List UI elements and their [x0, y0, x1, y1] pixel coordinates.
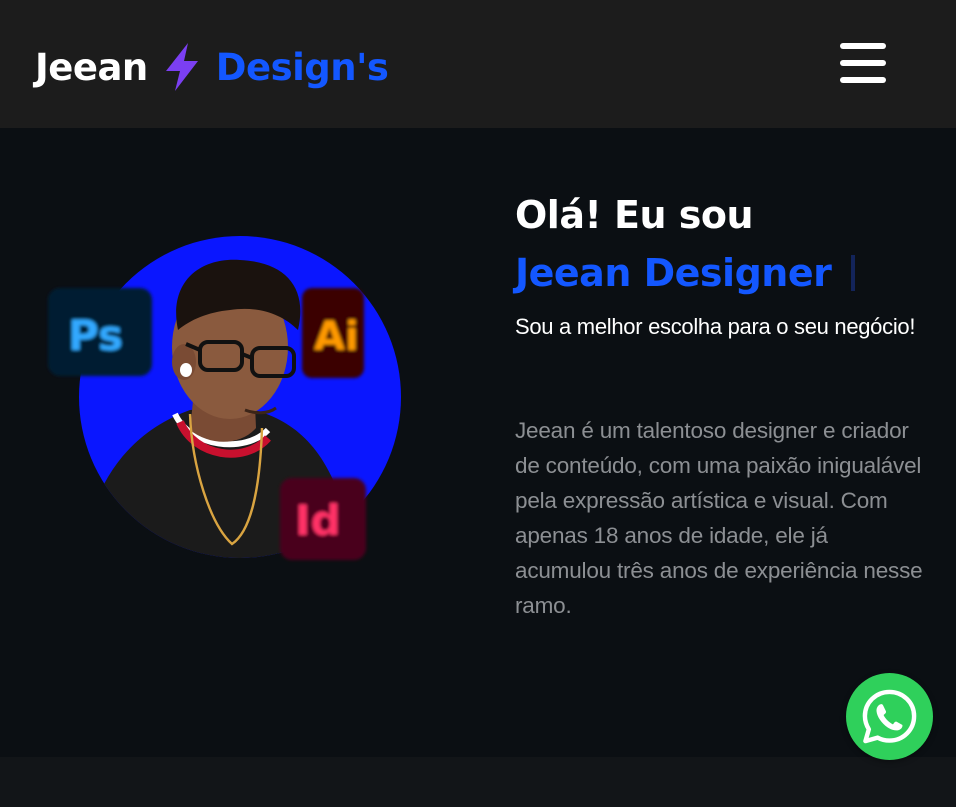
photoshop-badge: Ps — [48, 288, 152, 376]
brand-name-second: Design's — [215, 45, 389, 89]
hero-name: Jeean Designer — [515, 251, 832, 295]
svg-text:Ai: Ai — [314, 314, 359, 360]
whatsapp-icon — [862, 689, 917, 744]
top-navbar: Jeean Design's — [0, 0, 956, 128]
hero-tagline: Sou a melhor escolha para o seu negócio! — [515, 314, 916, 339]
hero-greeting: Olá! Eu sou — [515, 193, 754, 237]
profile-portrait: Ai Ps Id — [48, 236, 401, 560]
whatsapp-button[interactable] — [846, 673, 933, 760]
brand-logo[interactable]: Jeean Design's — [35, 43, 389, 91]
hamburger-menu-icon[interactable] — [838, 41, 888, 85]
illustrator-badge: Ai — [302, 288, 364, 378]
svg-text:Ps: Ps — [68, 311, 123, 360]
brand-name-first: Jeean — [35, 45, 148, 89]
typing-caret — [851, 255, 856, 291]
svg-text:Id: Id — [295, 496, 341, 545]
next-section-edge — [0, 757, 956, 807]
hero-name-line: Jeean Designer — [515, 251, 856, 295]
hero-bio: Jeean é um talentoso designer e criador … — [515, 418, 923, 618]
indesign-badge: Id — [280, 478, 366, 560]
lightning-bolt-icon — [165, 43, 198, 91]
